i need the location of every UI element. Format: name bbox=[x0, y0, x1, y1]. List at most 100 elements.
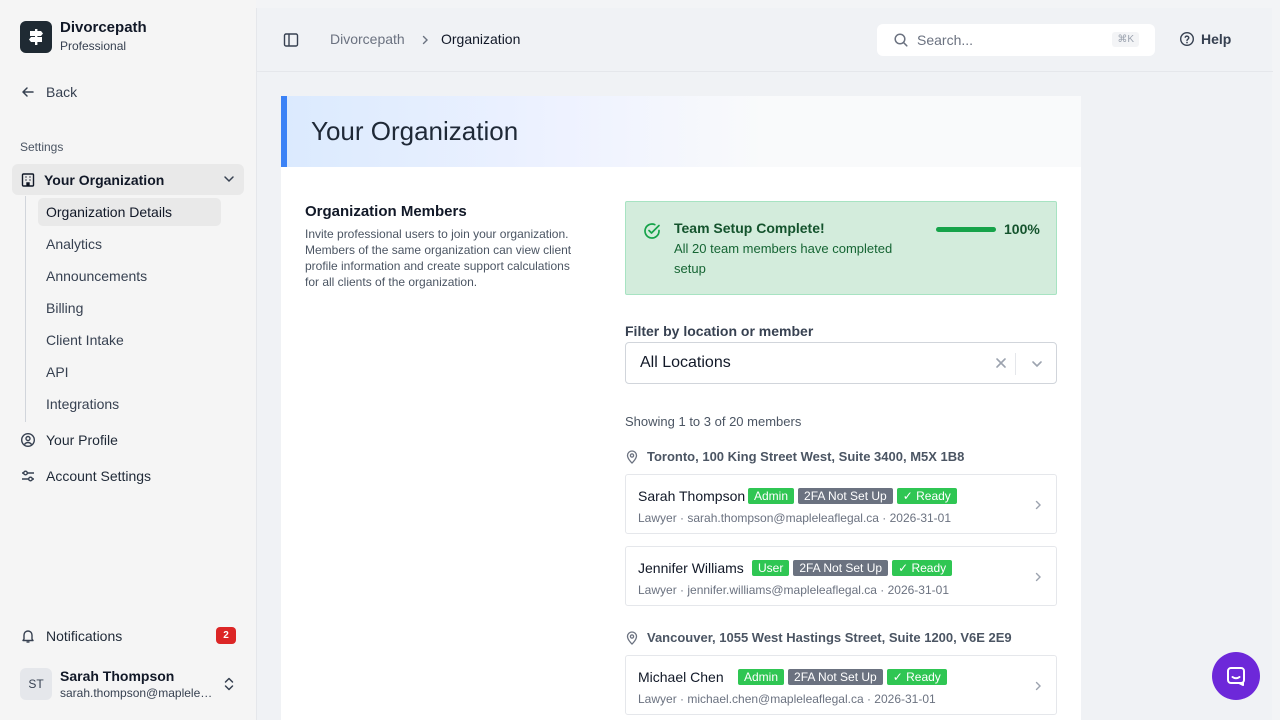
members-section-title: Organization Members bbox=[305, 203, 467, 220]
user-email: sarah.thompson@mapleleafiegal.ca bbox=[60, 685, 216, 700]
setup-progress-label: 100% bbox=[1004, 221, 1040, 237]
chevron-down-icon[interactable] bbox=[1030, 357, 1044, 371]
sidebar-item-client-intake[interactable]: Client Intake bbox=[38, 326, 221, 354]
help-button[interactable]: Help bbox=[1179, 31, 1231, 47]
select-separator bbox=[1015, 353, 1016, 375]
sidebar-item-your-profile[interactable]: Your Profile bbox=[20, 430, 118, 450]
organization-subnav: Organization Details Analytics Announcem… bbox=[25, 196, 245, 422]
search-icon bbox=[894, 33, 908, 47]
help-label: Help bbox=[1201, 31, 1232, 47]
check-circle-icon bbox=[644, 223, 660, 239]
location-label: Vancouver, 1055 West Hastings Street, Su… bbox=[647, 630, 1012, 645]
chat-launcher-button[interactable] bbox=[1212, 652, 1260, 700]
map-pin-icon bbox=[626, 630, 638, 645]
brand[interactable]: Divorcepath Professional bbox=[20, 20, 147, 54]
ready-badge: ✓ Ready bbox=[886, 669, 947, 685]
filter-label: Filter by location or member bbox=[625, 323, 814, 339]
role-badge: Admin bbox=[748, 488, 795, 504]
members-count-text: Showing 1 to 3 of 20 members bbox=[625, 414, 802, 429]
sidebar-item-billing[interactable]: Billing bbox=[38, 294, 221, 322]
breadcrumb-divorcepath[interactable]: Divorcepath bbox=[330, 31, 405, 47]
sidebar-item-organization-details[interactable]: Organization Details bbox=[38, 198, 221, 226]
location-header-toronto: Toronto, 100 King Street West, Suite 340… bbox=[625, 449, 964, 464]
notifications-label: Notifications bbox=[46, 628, 123, 644]
location-filter-select[interactable]: All Locations bbox=[625, 342, 1057, 384]
chevron-right-icon bbox=[1035, 500, 1041, 510]
breadcrumb-organization: Organization bbox=[441, 31, 521, 47]
member-name: Michael Chen bbox=[638, 669, 724, 685]
location-filter-value: All Locations bbox=[640, 354, 731, 371]
chevrons-up-down-icon bbox=[224, 677, 234, 691]
ready-badge: ✓ Ready bbox=[892, 560, 953, 576]
card-header: Your Organization bbox=[281, 96, 1081, 167]
setup-progress-bar bbox=[936, 227, 996, 232]
member-details: Lawyer · michael.chen@mapleleaflegal.ca … bbox=[638, 692, 936, 706]
brand-name: Divorcepath bbox=[60, 19, 147, 36]
sidebar-item-api[interactable]: API bbox=[38, 358, 221, 386]
back-link[interactable]: Back bbox=[20, 82, 77, 102]
chevron-right-icon bbox=[1035, 572, 1041, 582]
member-details: Lawyer · sarah.thompson@mapleleaflegal.c… bbox=[638, 511, 952, 525]
notifications-count-badge: 2 bbox=[216, 627, 236, 644]
status-description: All 20 team members have completed setup bbox=[674, 241, 893, 276]
sidebar-item-integrations[interactable]: Integrations bbox=[38, 390, 221, 418]
member-row[interactable]: Jennifer Williams User 2FA Not Set Up ✓ … bbox=[625, 546, 1057, 606]
twofa-badge: 2FA Not Set Up bbox=[788, 669, 883, 685]
member-details: Lawyer · jennifer.williams@mapleleaflega… bbox=[638, 583, 949, 597]
user-circle-icon bbox=[20, 432, 36, 448]
member-tags: Admin 2FA Not Set Up ✓ Ready bbox=[748, 488, 957, 504]
ready-badge: ✓ Ready bbox=[896, 488, 957, 504]
bell-icon bbox=[22, 630, 34, 643]
member-row[interactable]: Michael Chen Admin 2FA Not Set Up ✓ Read… bbox=[625, 655, 1057, 715]
location-label: Toronto, 100 King Street West, Suite 340… bbox=[647, 449, 965, 464]
notifications-link[interactable]: Notifications 2 bbox=[20, 626, 236, 646]
member-tags: User 2FA Not Set Up ✓ Ready bbox=[752, 560, 953, 576]
member-name: Jennifer Williams bbox=[638, 560, 744, 576]
role-badge: Admin bbox=[738, 669, 785, 685]
sidebar-toggle-button[interactable] bbox=[283, 32, 299, 53]
brand-plan: Professional bbox=[60, 39, 127, 53]
sliders-icon bbox=[22, 470, 34, 482]
chevron-down-icon bbox=[224, 176, 234, 183]
topbar: Divorcepath Organization Search... ⌘K He… bbox=[257, 8, 1273, 72]
twofa-badge: 2FA Not Set Up bbox=[793, 560, 889, 576]
member-row[interactable]: Sarah Thompson Admin 2FA Not Set Up ✓ Re… bbox=[625, 474, 1057, 534]
page-title: Your Organization bbox=[311, 116, 519, 146]
clear-icon[interactable] bbox=[994, 356, 1008, 370]
chevron-right-icon bbox=[422, 35, 428, 45]
back-label: Back bbox=[46, 84, 78, 100]
organization-card: Your Organization Organization Members I… bbox=[281, 96, 1081, 720]
sidebar-item-analytics[interactable]: Analytics bbox=[38, 230, 221, 258]
sidebar-toggle-icon bbox=[283, 33, 299, 47]
sidebar-item-label: Account Settings bbox=[46, 468, 152, 484]
members-section-description: Invite professional users to join your o… bbox=[305, 227, 572, 289]
user-menu[interactable]: ST Sarah Thompson sarah.thompson@maplele… bbox=[20, 666, 240, 702]
team-setup-status: Team Setup Complete! All 20 team members… bbox=[625, 201, 1057, 295]
building-icon bbox=[21, 172, 35, 187]
map-pin-icon bbox=[626, 449, 638, 464]
settings-section-label: Settings bbox=[20, 140, 64, 154]
signpost-logo-icon bbox=[20, 21, 52, 53]
user-name: Sarah Thompson bbox=[60, 667, 175, 684]
setup-progress-fill bbox=[936, 227, 996, 232]
role-badge: User bbox=[752, 560, 790, 576]
location-header-vancouver: Vancouver, 1055 West Hastings Street, Su… bbox=[625, 630, 1012, 645]
twofa-badge: 2FA Not Set Up bbox=[798, 488, 893, 504]
sidebar-item-account-settings[interactable]: Account Settings bbox=[20, 466, 151, 486]
chat-icon bbox=[1227, 667, 1245, 686]
search-placeholder: Search... bbox=[917, 32, 974, 48]
sidebar: Divorcepath Professional Back Settings Y… bbox=[0, 0, 256, 720]
member-tags: Admin 2FA Not Set Up ✓ Ready bbox=[738, 669, 947, 685]
sidebar-item-label: Your Profile bbox=[46, 432, 118, 448]
sidebar-item-announcements[interactable]: Announcements bbox=[38, 262, 221, 290]
sidebar-item-your-organization[interactable]: Your Organization bbox=[12, 164, 244, 195]
avatar: ST bbox=[20, 668, 52, 700]
help-circle-icon bbox=[1179, 31, 1195, 47]
main-panel: Divorcepath Organization Search... ⌘K He… bbox=[256, 8, 1273, 720]
status-title: Team Setup Complete! bbox=[674, 220, 825, 236]
sidebar-item-label: Your Organization bbox=[44, 171, 165, 188]
arrow-left-icon bbox=[22, 87, 34, 97]
search-input[interactable]: Search... ⌘K bbox=[877, 24, 1155, 56]
chevron-right-icon bbox=[1035, 681, 1041, 691]
member-name: Sarah Thompson bbox=[638, 488, 746, 504]
